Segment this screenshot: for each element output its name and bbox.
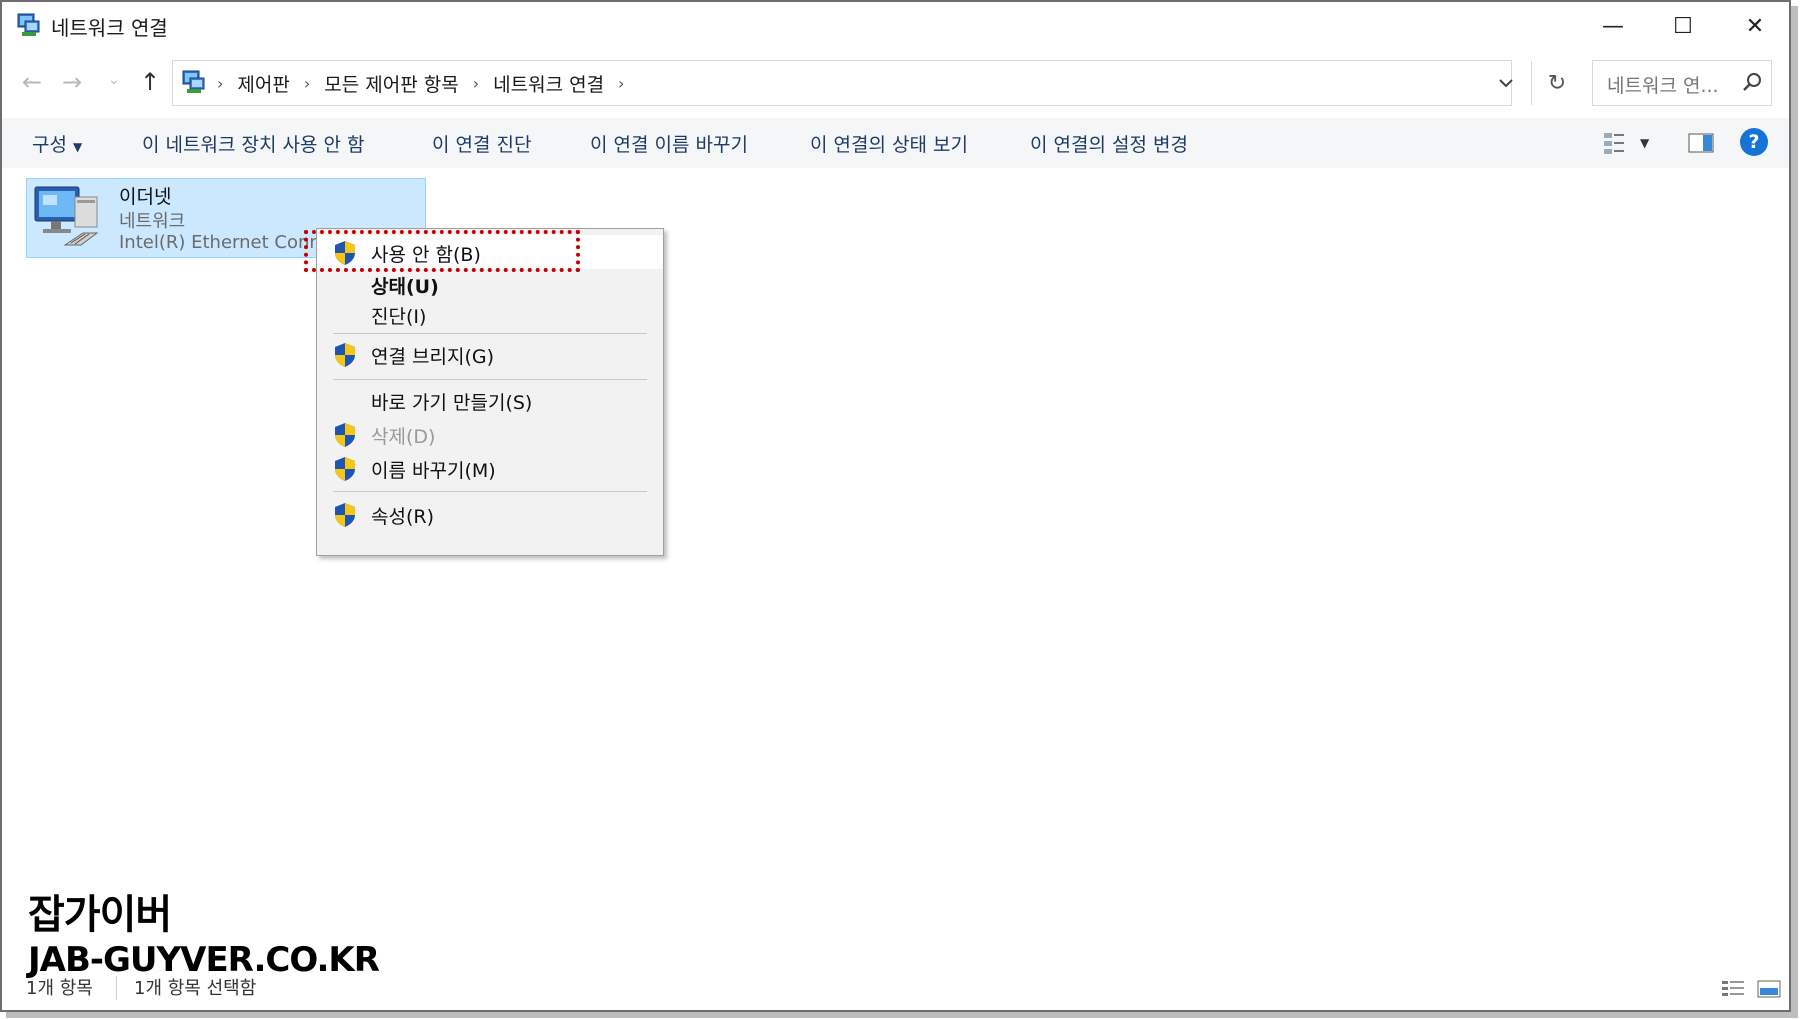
shield-icon: [335, 343, 355, 367]
network-connections-icon: [17, 13, 40, 36]
status-separator: [116, 976, 117, 1000]
refresh-button[interactable]: ↻: [1532, 61, 1582, 105]
chevron-down-icon: [1499, 79, 1513, 88]
breadcrumb: › 제어판 › 모든 제어판 항목 › 네트워크 연결 ›: [213, 70, 628, 97]
menu-item-diagnose[interactable]: 진단(I): [317, 297, 663, 331]
menu-item-properties[interactable]: 속성(R): [317, 497, 663, 531]
details-view-icon[interactable]: [1720, 978, 1746, 1000]
search-icon: [1743, 73, 1761, 91]
menu-separator: [333, 379, 647, 380]
menu-item-bridge[interactable]: 연결 브리지(G): [317, 337, 663, 371]
context-menu: 사용 안 함(B) 상태(U) 진단(I) 연결 브리지(G) 바로 가기 만들…: [316, 228, 664, 556]
menu-separator: [333, 333, 647, 334]
menu-item-label: 연결 브리지(G): [371, 346, 494, 368]
control-panel-icon: [182, 70, 205, 93]
status-selected-count: 1개 항목 선택함: [134, 978, 257, 999]
breadcrumb-network-connections[interactable]: 네트워크 연결: [483, 70, 614, 97]
recent-locations-button[interactable]: ⌄: [108, 72, 120, 88]
large-icons-view-icon[interactable]: [1756, 978, 1782, 1000]
view-status-button[interactable]: 이 연결의 상태 보기: [810, 130, 968, 157]
breadcrumb-control-panel[interactable]: 제어판: [227, 70, 299, 97]
menu-item-rename[interactable]: 이름 바꾸기(M): [317, 451, 663, 485]
menu-item-label: 삭제(D): [371, 426, 436, 448]
ethernet-adapter-icon: [34, 186, 99, 246]
up-button[interactable]: ↑: [140, 68, 160, 96]
back-button[interactable]: ←: [22, 68, 42, 96]
connection-network: 네트워크: [119, 211, 186, 232]
explorer-window: 네트워크 연결 — ☐ ✕ ← → ⌄ ↑ › 제어판 › 모든 제어판 항목 …: [0, 0, 1791, 1012]
command-bar: 구성 ▼ 이 네트워크 장치 사용 안 함 이 연결 진단 이 연결 이름 바꾸기…: [2, 118, 1789, 168]
menu-item-label: 이름 바꾸기(M): [371, 460, 496, 482]
diagnose-button[interactable]: 이 연결 진단: [432, 130, 531, 157]
disable-device-button[interactable]: 이 네트워크 장치 사용 안 함: [142, 130, 364, 157]
window-shadow: [6, 1012, 1798, 1018]
breadcrumb-separator[interactable]: ›: [614, 74, 628, 93]
menu-item-status[interactable]: 상태(U): [317, 267, 663, 301]
connection-name: 이더넷: [119, 186, 172, 208]
close-button[interactable]: ✕: [1720, 2, 1790, 50]
search-placeholder: 네트워크 연...: [1607, 75, 1719, 97]
view-options-dropdown-icon[interactable]: ▼: [1640, 136, 1649, 150]
menu-item-create-shortcut[interactable]: 바로 가기 만들기(S): [317, 383, 663, 417]
view-options-icon[interactable]: [1602, 130, 1628, 156]
menu-item-delete: 삭제(D): [317, 417, 663, 451]
change-settings-button[interactable]: 이 연결의 설정 변경: [1030, 130, 1188, 157]
breadcrumb-separator[interactable]: ›: [300, 74, 314, 93]
rename-button[interactable]: 이 연결 이름 바꾸기: [590, 130, 748, 157]
organize-menu[interactable]: 구성 ▼: [32, 130, 82, 157]
annotation-highlight-box: [304, 230, 580, 272]
address-dropdown-button[interactable]: [1481, 61, 1532, 105]
minimize-button[interactable]: —: [1578, 2, 1648, 50]
dropdown-arrow-icon: ▼: [72, 140, 83, 154]
title-bar: 네트워크 연결 — ☐ ✕: [2, 2, 1789, 50]
menu-item-label: 진단(I): [371, 306, 427, 328]
watermark-title: 잡가이버: [28, 892, 172, 938]
forward-button[interactable]: →: [62, 68, 82, 96]
breadcrumb-separator[interactable]: ›: [469, 74, 483, 93]
breadcrumb-all-items[interactable]: 모든 제어판 항목: [314, 70, 468, 97]
help-button[interactable]: ?: [1740, 128, 1768, 156]
search-box[interactable]: 네트워크 연...: [1592, 60, 1772, 106]
maximize-button[interactable]: ☐: [1648, 2, 1718, 50]
shield-icon: [335, 457, 355, 481]
breadcrumb-separator[interactable]: ›: [213, 74, 227, 93]
menu-separator: [333, 491, 647, 492]
menu-item-label: 속성(R): [371, 506, 434, 528]
window-shadow: [1791, 6, 1798, 1016]
address-bar[interactable]: › 제어판 › 모든 제어판 항목 › 네트워크 연결 › ↻: [172, 60, 1566, 106]
shield-icon: [335, 423, 355, 447]
organize-label: 구성: [32, 134, 67, 156]
window-title: 네트워크 연결: [51, 16, 168, 40]
menu-item-label: 상태(U): [371, 276, 439, 298]
status-item-count: 1개 항목: [26, 978, 93, 999]
preview-pane-icon[interactable]: [1688, 130, 1714, 156]
menu-item-label: 바로 가기 만들기(S): [371, 392, 533, 414]
shield-icon: [335, 503, 355, 527]
